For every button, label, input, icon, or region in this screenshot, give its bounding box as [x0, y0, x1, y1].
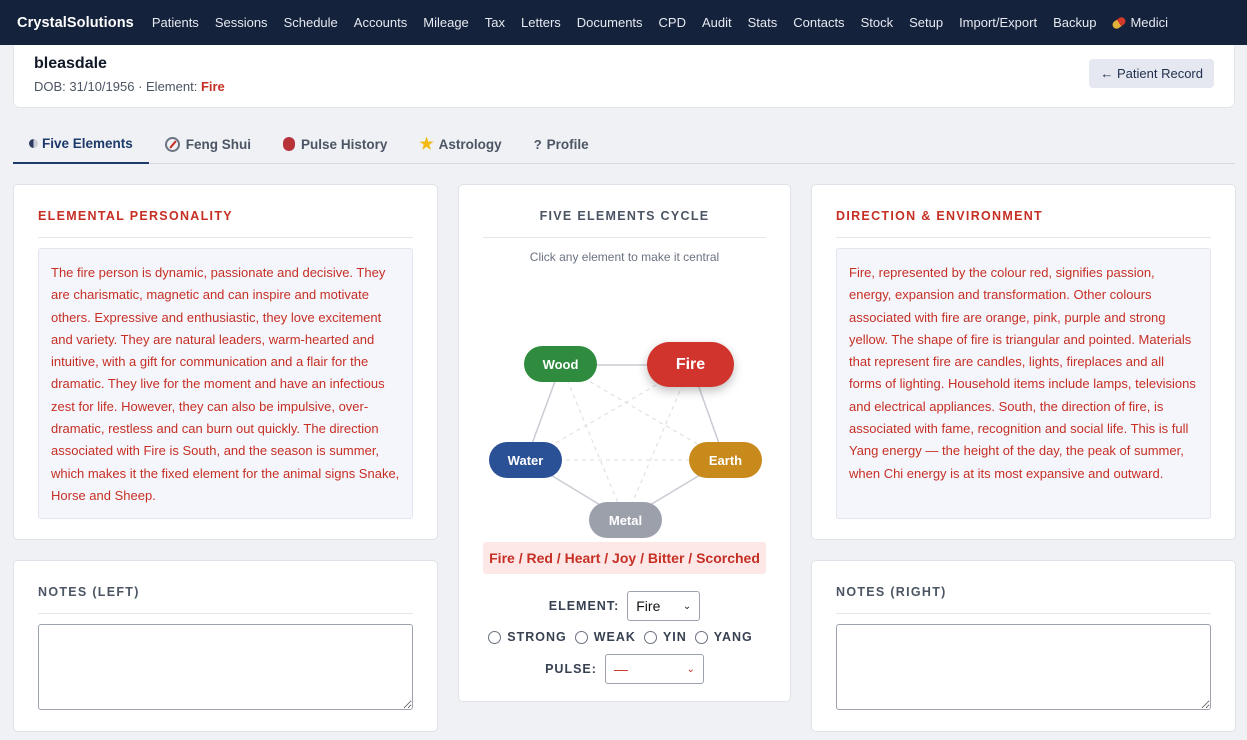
- compass-icon: [164, 136, 180, 152]
- radio-circle: [694, 630, 708, 644]
- radio-yin[interactable]: YIN: [643, 630, 687, 644]
- cycle-title: FIVE ELEMENTS CYCLE: [483, 209, 766, 238]
- nav-import-export[interactable]: Import/Export: [953, 15, 1043, 30]
- nav-letters[interactable]: Letters: [515, 15, 567, 30]
- top-navbar: CrystalSolutions Patients Sessions Sched…: [0, 0, 1247, 45]
- patient-element: Fire: [200, 79, 225, 94]
- nav-cpd[interactable]: CPD: [653, 15, 692, 30]
- notes-left-card: NOTES (LEFT): [13, 560, 438, 732]
- pulse-select-value: —: [613, 661, 628, 677]
- five-elements-card: FIVE ELEMENTS CYCLE Click any element to…: [458, 184, 791, 702]
- cycle-hint: Click any element to make it central: [529, 250, 720, 264]
- nav-medicine-label: Medici: [1130, 15, 1169, 30]
- nav-setup[interactable]: Setup: [903, 15, 949, 30]
- tab-label: Five Elements: [42, 135, 133, 151]
- tab-bar: Five Elements Feng Shui Pulse History ★ …: [13, 124, 1235, 164]
- nav-documents[interactable]: Documents: [571, 15, 649, 30]
- star-icon: ★: [419, 136, 434, 153]
- tab-profile[interactable]: ? Profile: [518, 124, 605, 164]
- strength-radio-row: STRONG WEAK YIN YANG: [459, 630, 790, 644]
- radio-yang[interactable]: YANG: [694, 630, 753, 644]
- yin-yang-icon: [29, 138, 38, 148]
- pulse-select[interactable]: — ⌄: [604, 654, 704, 684]
- nav-stats[interactable]: Stats: [742, 15, 784, 30]
- notes-left-title: NOTES (LEFT): [38, 585, 413, 614]
- element-node-earth[interactable]: Earth: [689, 442, 762, 478]
- nav-sessions[interactable]: Sessions: [209, 15, 274, 30]
- patient-meta: DOB: 31/10/1956 · Element: Fire: [34, 79, 225, 94]
- element-select[interactable]: Fire ⌄: [627, 591, 701, 621]
- radio-label: STRONG: [507, 630, 567, 644]
- pulse-label: PULSE:: [545, 662, 597, 676]
- element-node-fire[interactable]: Fire: [647, 342, 734, 387]
- patient-dob: DOB: 31/10/1956 · Element:: [34, 79, 201, 94]
- nav-backup[interactable]: Backup: [1047, 15, 1102, 30]
- nav-patients[interactable]: Patients: [146, 15, 205, 30]
- element-summary: Fire / Red / Heart / Joy / Bitter / Scor…: [483, 542, 766, 574]
- pill-icon: [1111, 15, 1128, 30]
- element-select-value: Fire: [636, 598, 661, 614]
- tab-astrology[interactable]: ★ Astrology: [403, 124, 517, 164]
- element-node-metal[interactable]: Metal: [589, 502, 662, 538]
- element-select-row: ELEMENT: Fire ⌄: [459, 591, 790, 621]
- patient-name: bleasdale: [34, 55, 107, 72]
- nav-medicine[interactable]: Medici: [1106, 15, 1174, 30]
- tab-pulse-history[interactable]: Pulse History: [267, 124, 403, 164]
- brand-logo[interactable]: CrystalSolutions: [17, 15, 134, 31]
- nav-tax[interactable]: Tax: [479, 15, 511, 30]
- direction-title: DIRECTION & ENVIRONMENT: [836, 209, 1211, 238]
- element-label: ELEMENT:: [548, 599, 620, 613]
- question-icon: ?: [533, 136, 542, 152]
- personality-text: The fire person is dynamic, passionate a…: [38, 248, 413, 519]
- tab-feng-shui[interactable]: Feng Shui: [149, 124, 267, 164]
- nav-contacts[interactable]: Contacts: [787, 15, 850, 30]
- tab-label: Profile: [546, 136, 589, 152]
- notes-right-card: NOTES (RIGHT): [811, 560, 1236, 732]
- notes-right-textarea[interactable]: [836, 624, 1211, 710]
- nav-audit[interactable]: Audit: [696, 15, 738, 30]
- direction-text: Fire, represented by the colour red, sig…: [836, 248, 1211, 519]
- radio-strong[interactable]: STRONG: [488, 630, 566, 644]
- personality-title: ELEMENTAL PERSONALITY: [38, 209, 413, 238]
- tab-label: Pulse History: [301, 136, 388, 152]
- nav-schedule[interactable]: Schedule: [278, 15, 344, 30]
- patient-header: bleasdale DOB: 31/10/1956 · Element: Fir…: [13, 45, 1235, 108]
- nav-accounts[interactable]: Accounts: [348, 15, 413, 30]
- radio-circle: [488, 630, 502, 644]
- radio-label: YANG: [713, 630, 753, 644]
- personality-card: ELEMENTAL PERSONALITY The fire person is…: [13, 184, 438, 540]
- nav-stock[interactable]: Stock: [855, 15, 900, 30]
- chevron-down-icon: ⌄: [682, 600, 692, 612]
- patient-record-button[interactable]: ← Patient Record: [1089, 59, 1214, 88]
- tab-label: Astrology: [438, 136, 502, 152]
- element-node-wood[interactable]: Wood: [524, 346, 597, 382]
- tab-five-elements[interactable]: Five Elements: [13, 124, 149, 164]
- radio-label: YIN: [662, 630, 687, 644]
- radio-circle: [574, 630, 588, 644]
- pulse-select-row: PULSE: — ⌄: [459, 654, 790, 684]
- nav-mileage[interactable]: Mileage: [417, 15, 475, 30]
- heart-icon: [283, 137, 296, 151]
- tab-label: Feng Shui: [185, 136, 252, 152]
- notes-left-textarea[interactable]: [38, 624, 413, 710]
- radio-circle: [643, 630, 657, 644]
- direction-card: DIRECTION & ENVIRONMENT Fire, represente…: [811, 184, 1236, 540]
- radio-weak[interactable]: WEAK: [574, 630, 636, 644]
- notes-right-title: NOTES (RIGHT): [836, 585, 1211, 614]
- element-node-water[interactable]: Water: [489, 442, 562, 478]
- radio-label: WEAK: [593, 630, 636, 644]
- chevron-down-icon: ⌄: [686, 663, 695, 675]
